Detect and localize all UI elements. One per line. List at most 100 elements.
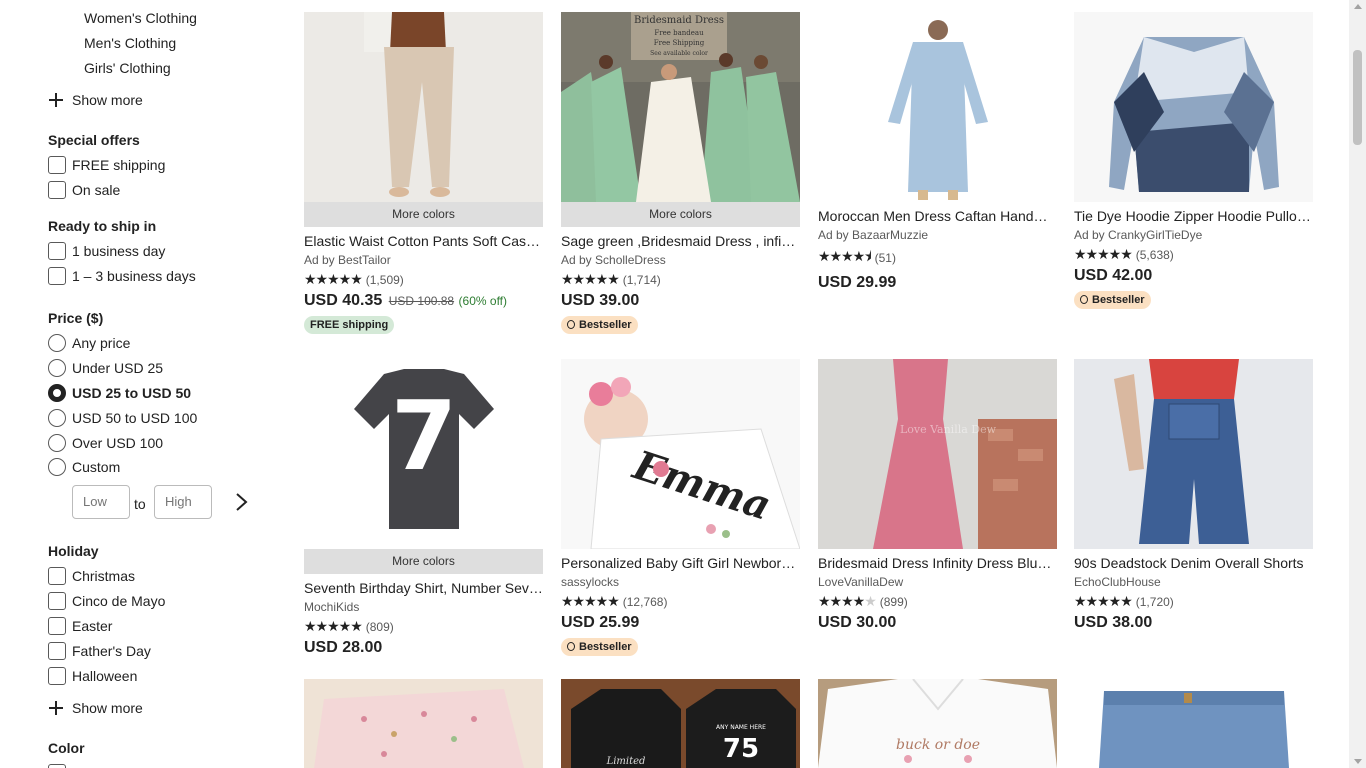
product-card[interactable] xyxy=(304,679,543,768)
product-title[interactable]: Bridesmaid Dress Infinity Dress Blush Pi… xyxy=(818,555,1057,571)
more-colors-label: More colors xyxy=(304,549,543,574)
chevron-right-icon[interactable] xyxy=(232,491,252,513)
product-card[interactable]: 7 More colors Seventh Birthday Shirt, Nu… xyxy=(304,359,543,657)
product-image[interactable]: Love Vanilla Dew xyxy=(818,359,1057,549)
on-sale-checkbox[interactable]: On sale xyxy=(48,181,120,199)
product-title[interactable]: Sage green ,Bridesmaid Dress , infinity … xyxy=(561,233,800,249)
star-rating-icon: ★★★★★ xyxy=(1074,593,1133,609)
product-title[interactable]: 90s Deadstock Denim Overall Shorts xyxy=(1074,555,1313,571)
price-25-50-radio[interactable]: USD 25 to USD 50 xyxy=(48,384,191,402)
plus-icon xyxy=(48,92,64,108)
color-checkbox[interactable] xyxy=(48,764,66,768)
scrollbar-thumb[interactable] xyxy=(1353,50,1362,145)
product-image[interactable] xyxy=(304,12,543,202)
price: USD 38.00 xyxy=(1074,614,1153,631)
medal-icon xyxy=(567,642,575,651)
product-image[interactable]: Limited ANY NAME HERE 75 xyxy=(561,679,800,768)
star-rating-icon: ★★★★★ xyxy=(304,618,363,634)
product-card[interactable]: Moroccan Men Dress Caftan Handmade Ad by… xyxy=(818,12,1057,292)
image-caption: ANY NAME HERE xyxy=(716,724,766,731)
product-title[interactable]: Elastic Waist Cotton Pants Soft Casual T… xyxy=(304,233,543,249)
category-womens-clothing[interactable]: Women's Clothing xyxy=(84,10,197,26)
shop-name[interactable]: Ad by BazaarMuzzie xyxy=(818,228,1057,242)
price-50-100-radio[interactable]: USD 50 to USD 100 xyxy=(48,409,197,427)
free-shipping-badge: FREE shipping xyxy=(304,316,395,334)
price: USD 29.99 xyxy=(818,274,897,291)
holiday-halloween-checkbox[interactable]: Halloween xyxy=(48,667,137,685)
price-to-label: to xyxy=(134,496,146,512)
shop-name[interactable]: LoveVanillaDew xyxy=(818,575,1057,589)
ship-1-3-days-checkbox[interactable]: 1 – 3 business days xyxy=(48,267,196,285)
shop-name[interactable]: sassylocks xyxy=(561,575,800,589)
image-caption: Free Shipping xyxy=(654,39,705,47)
product-card[interactable]: Tie Dye Hoodie Zipper Hoodie Pullover Ad… xyxy=(1074,12,1313,309)
product-image[interactable] xyxy=(1074,679,1313,768)
price-under-25-radio[interactable]: Under USD 25 xyxy=(48,359,163,377)
product-image[interactable] xyxy=(1074,359,1313,549)
category-girls-clothing[interactable]: Girls' Clothing xyxy=(84,60,171,76)
rating: ★★★★★ (899) xyxy=(818,593,908,609)
shop-name[interactable]: EchoClubHouse xyxy=(1074,575,1313,589)
product-card[interactable]: More colors Elastic Waist Cotton Pants S… xyxy=(304,12,543,334)
star-rating-icon: ★★★★★ xyxy=(561,593,620,609)
price: USD 28.00 xyxy=(304,639,383,656)
product-card[interactable]: Limited ANY NAME HERE 75 xyxy=(561,679,800,768)
show-more-categories-button[interactable]: Show more xyxy=(48,92,143,108)
price: USD 25.99 xyxy=(561,614,640,631)
rating: ★★★★★ (12,768) xyxy=(561,593,668,609)
price-custom-radio[interactable]: Custom xyxy=(48,458,120,476)
scroll-down-arrow-icon[interactable] xyxy=(1354,759,1362,764)
price-high-input[interactable]: High xyxy=(154,485,212,519)
product-image[interactable]: buck or doe xyxy=(818,679,1057,768)
scroll-up-arrow-icon[interactable] xyxy=(1354,4,1362,9)
holiday-easter-checkbox[interactable]: Easter xyxy=(48,617,112,635)
rating: ★★★★★ (5,638) xyxy=(1074,246,1174,262)
category-mens-clothing[interactable]: Men's Clothing xyxy=(84,35,176,51)
star-rating-icon: ★★★★★ xyxy=(561,271,620,287)
image-caption: buck or doe xyxy=(896,737,980,753)
watermark: Love Vanilla Dew xyxy=(900,423,997,436)
product-image[interactable] xyxy=(818,12,1057,202)
bestseller-badge: Bestseller xyxy=(561,638,638,656)
product-image[interactable] xyxy=(1074,12,1313,202)
star-rating-icon: ★★★★⯨ xyxy=(818,248,872,264)
shop-name[interactable]: Ad by ScholleDress xyxy=(561,253,800,267)
shop-name[interactable]: MochiKids xyxy=(304,600,543,614)
image-caption: Free bandeau xyxy=(654,29,704,37)
shop-name[interactable]: Ad by BestTailor xyxy=(304,253,543,267)
price-any-radio[interactable]: Any price xyxy=(48,334,130,352)
product-image[interactable]: Emma xyxy=(561,359,800,549)
price-heading: Price ($) xyxy=(48,310,104,326)
medal-icon xyxy=(567,320,575,329)
product-card[interactable]: 90s Deadstock Denim Overall Shorts EchoC… xyxy=(1074,359,1313,632)
product-card[interactable]: Bridesmaid Dress Free bandeau Free Shipp… xyxy=(561,12,800,334)
product-title[interactable]: Moroccan Men Dress Caftan Handmade xyxy=(818,208,1057,224)
product-card[interactable]: Love Vanilla Dew Bridesmaid Dress Infini… xyxy=(818,359,1057,632)
price-over-100-radio[interactable]: Over USD 100 xyxy=(48,434,163,452)
holiday-fathers-day-checkbox[interactable]: Father's Day xyxy=(48,642,151,660)
bestseller-badge: Bestseller xyxy=(1074,291,1151,309)
product-image[interactable]: Bridesmaid Dress Free bandeau Free Shipp… xyxy=(561,12,800,202)
product-image[interactable]: 7 xyxy=(304,359,543,549)
star-rating-icon: ★★★★★ xyxy=(1074,246,1133,262)
price: USD 42.00 xyxy=(1074,267,1153,284)
holiday-cinco-de-mayo-checkbox[interactable]: Cinco de Mayo xyxy=(48,592,165,610)
product-title[interactable]: Tie Dye Hoodie Zipper Hoodie Pullover xyxy=(1074,208,1313,224)
star-rating-icon: ★★★★★ xyxy=(818,593,877,609)
product-title[interactable]: Seventh Birthday Shirt, Number Seven Shi… xyxy=(304,580,543,596)
rating: ★★★★★ (1,509) xyxy=(304,271,404,287)
special-offers-heading: Special offers xyxy=(48,132,140,148)
image-caption: 7 xyxy=(391,382,457,492)
ship-1-day-checkbox[interactable]: 1 business day xyxy=(48,242,165,260)
product-title[interactable]: Personalized Baby Gift Girl Newborn Gown xyxy=(561,555,800,571)
page-scrollbar[interactable] xyxy=(1349,0,1366,768)
shop-name[interactable]: Ad by CrankyGirlTieDye xyxy=(1074,228,1313,242)
price-low-input[interactable]: Low xyxy=(72,485,130,519)
product-card[interactable]: buck or doe xyxy=(818,679,1057,768)
product-card[interactable]: Emma Personalized Baby Gift Girl Newborn… xyxy=(561,359,800,656)
free-shipping-checkbox[interactable]: FREE shipping xyxy=(48,156,165,174)
show-more-holidays-button[interactable]: Show more xyxy=(48,700,143,716)
product-image[interactable] xyxy=(304,679,543,768)
holiday-christmas-checkbox[interactable]: Christmas xyxy=(48,567,135,585)
product-card[interactable] xyxy=(1074,679,1313,768)
